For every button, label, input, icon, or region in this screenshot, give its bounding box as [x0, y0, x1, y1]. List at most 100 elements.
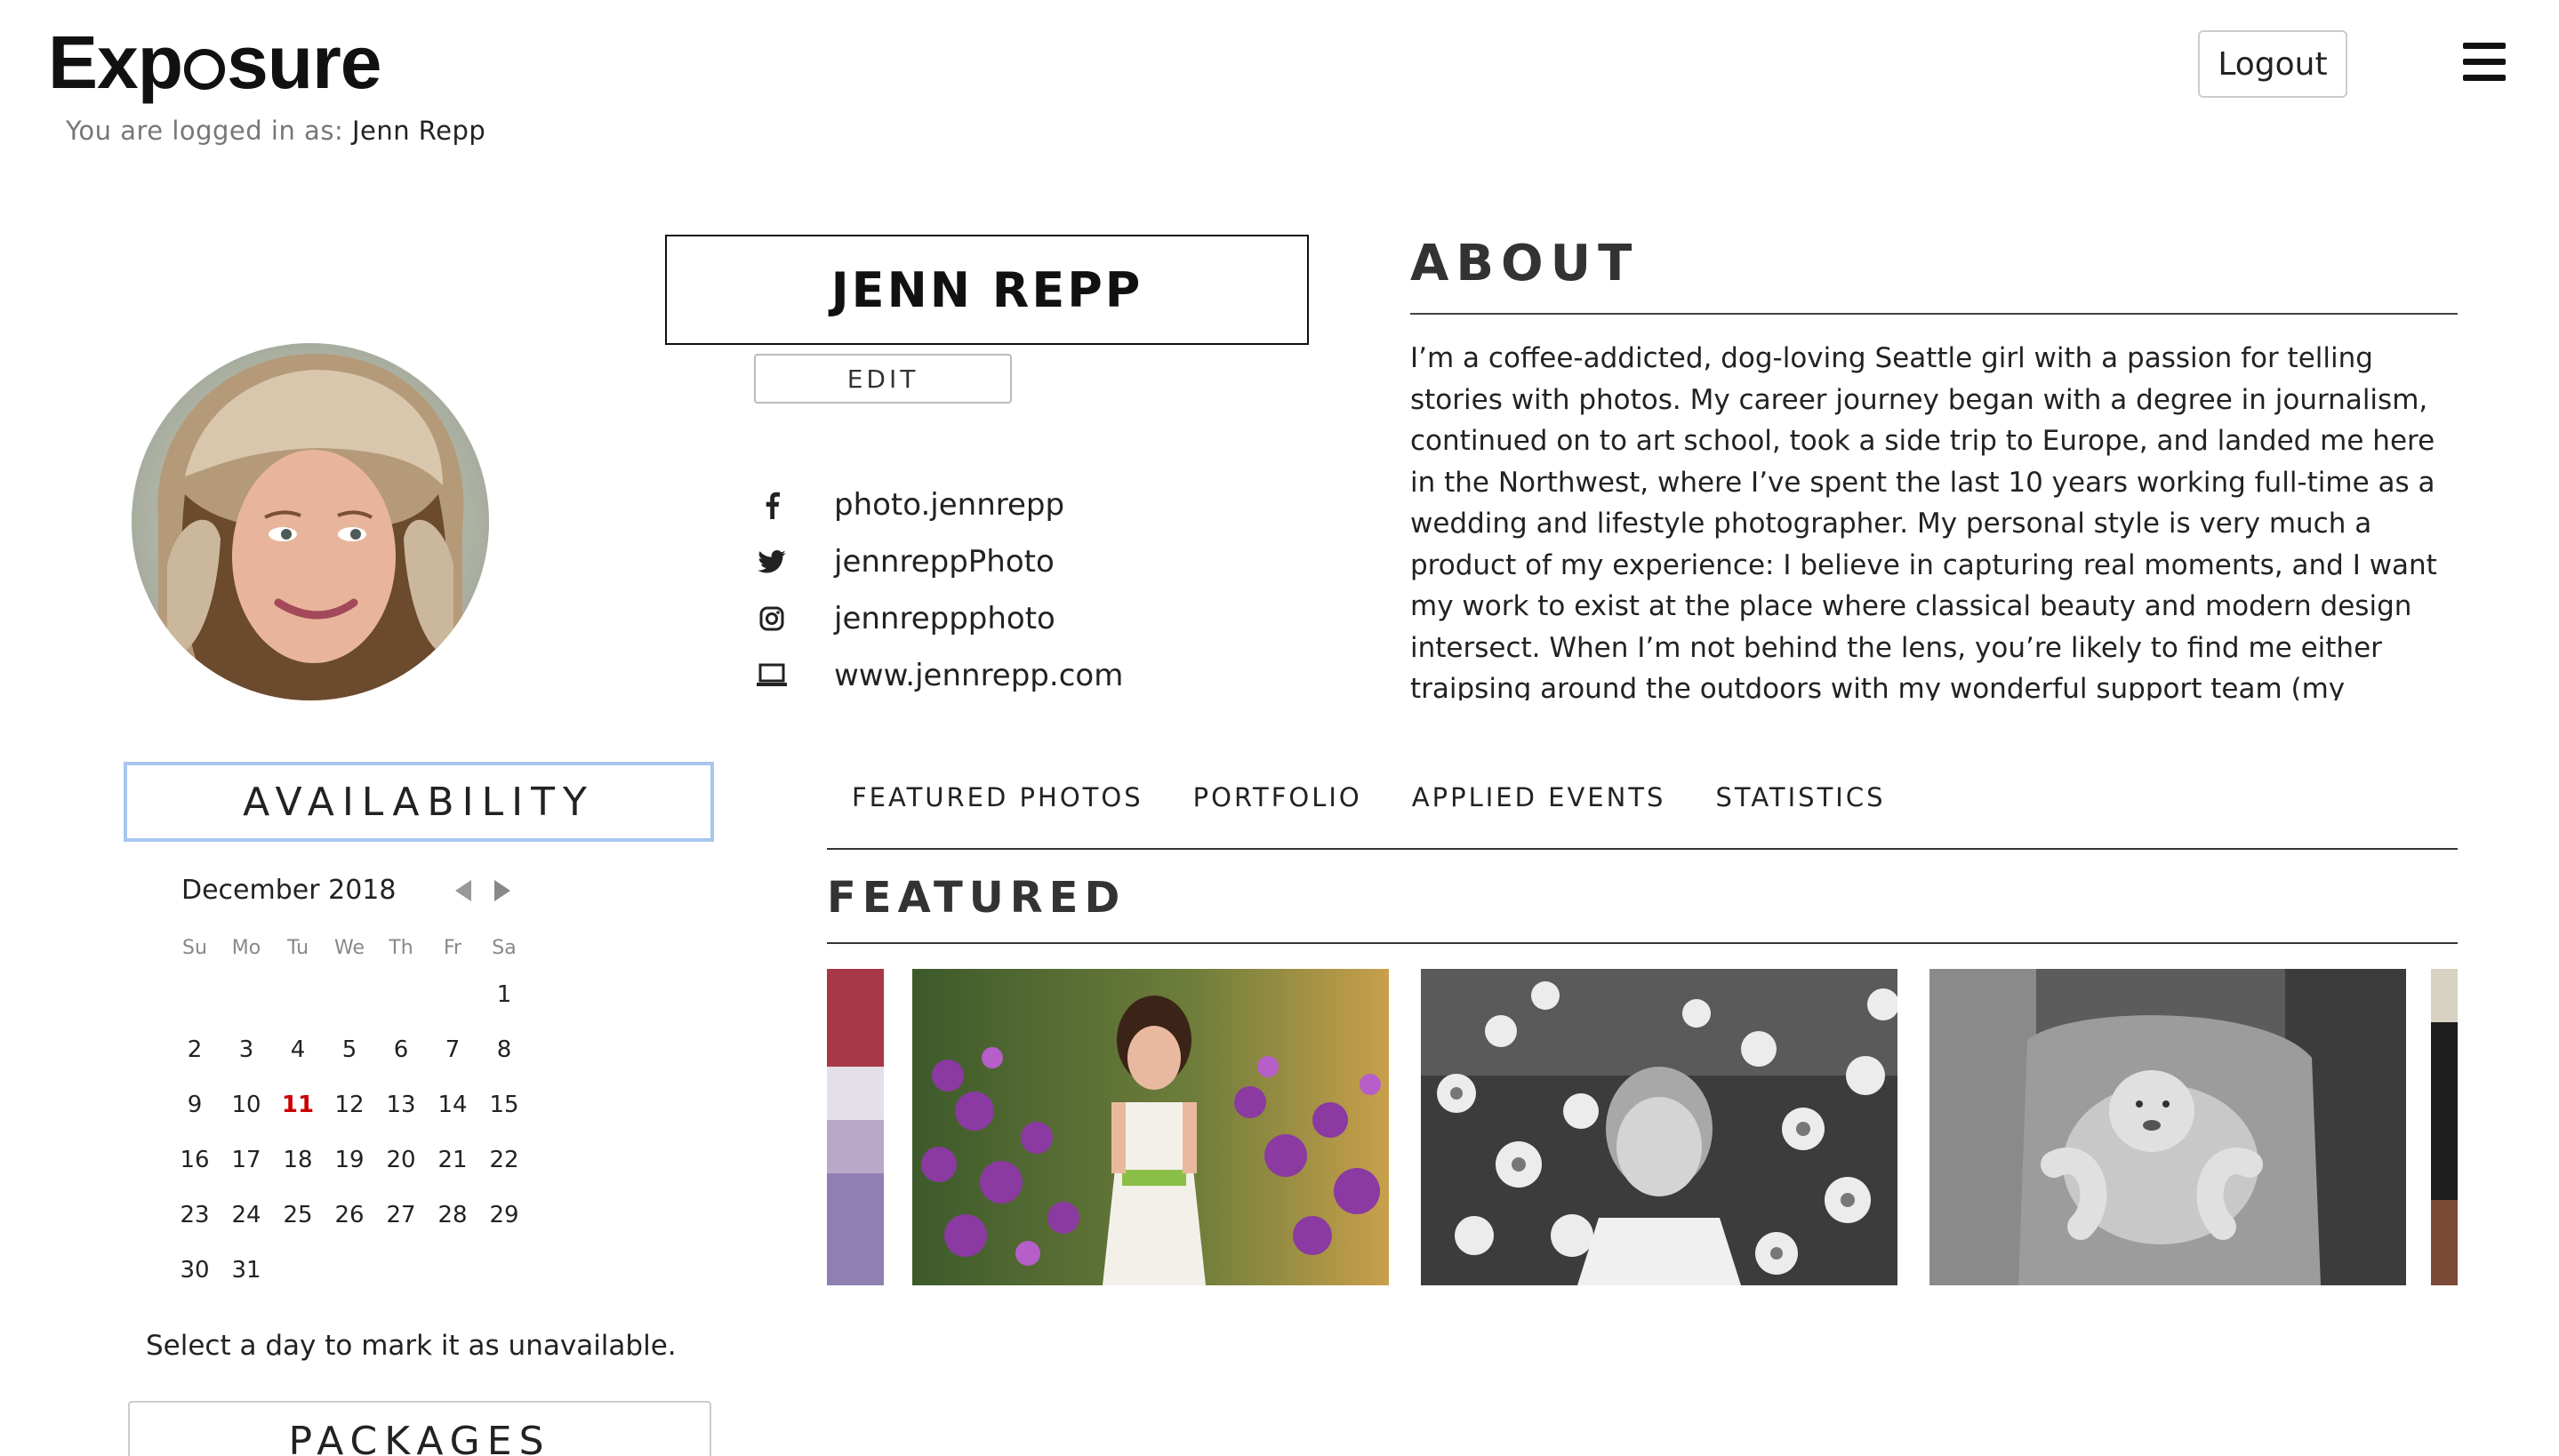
calendar-day[interactable]: 3 [221, 1022, 272, 1077]
calendar-day[interactable]: 9 [169, 1077, 221, 1132]
next-month-icon[interactable] [494, 880, 510, 901]
social-website[interactable]: www.jennrepp.com [754, 647, 1123, 704]
instagram-link[interactable]: jennreppphoto [834, 601, 1055, 636]
facebook-icon [754, 487, 790, 523]
packages-heading[interactable]: PACKAGES [128, 1401, 711, 1456]
calendar-day[interactable]: 28 [427, 1188, 478, 1243]
calendar-weekday: We [334, 936, 365, 959]
calendar-day[interactable]: 30 [169, 1243, 221, 1298]
calendar-day[interactable]: 2 [169, 1022, 221, 1077]
calendar-day[interactable]: 29 [478, 1188, 530, 1243]
logged-in-label: You are logged in as: [66, 116, 344, 146]
calendar: Su Mo Tu We Th Fr Sa 1 2 3 4 5 6 7 8 9 10 11 12 13 14 15 16 17… [169, 928, 530, 1298]
profile-tabs: FEATURED PHOTOS PORTFOLIO APPLIED EVENTS… [852, 782, 1886, 812]
about-heading: ABOUT [1410, 235, 1640, 292]
logged-in-user: Jenn Repp [351, 116, 486, 146]
calendar-day[interactable]: 12 [324, 1077, 375, 1132]
availability-heading[interactable]: AVAILABILITY [124, 763, 713, 841]
tabs-divider [827, 848, 2458, 850]
calendar-month: December 2018 [181, 875, 397, 906]
calendar-empty-cell [169, 967, 221, 1022]
calendar-day[interactable]: 10 [221, 1077, 272, 1132]
logout-button[interactable]: Logout [2198, 30, 2347, 98]
featured-heading: FEATURED [827, 873, 1127, 923]
calendar-week-row: 9 10 11 12 13 14 15 [169, 1077, 530, 1132]
calendar-day[interactable]: 21 [427, 1132, 478, 1188]
calendar-empty-cell [324, 1243, 375, 1298]
edit-profile-button[interactable]: EDIT [754, 354, 1012, 404]
calendar-day[interactable]: 26 [324, 1188, 375, 1243]
profile-name: JENN REPP [665, 235, 1309, 345]
social-facebook[interactable]: photo.jennrepp [754, 476, 1123, 533]
logged-in-status: You are logged in as: Jenn Repp [66, 116, 485, 146]
calendar-day[interactable]: 15 [478, 1077, 530, 1132]
calendar-day[interactable]: 24 [221, 1188, 272, 1243]
carousel-photo-girl-flowers[interactable] [912, 969, 1389, 1285]
about-text[interactable]: I’m a coffee-addicted, dog-loving Seattl… [1410, 338, 2459, 700]
calendar-week-row: 30 31 [169, 1243, 530, 1298]
calendar-weekday: Sa [492, 936, 517, 959]
facebook-link[interactable]: photo.jennrepp [834, 487, 1064, 523]
calendar-week-row: 2345678 [169, 1022, 530, 1077]
hamburger-icon[interactable] [2463, 43, 2506, 82]
calendar-day[interactable]: 7 [427, 1022, 478, 1077]
calendar-day[interactable]: 13 [375, 1077, 427, 1132]
carousel-photo-partial-right[interactable] [2431, 969, 2458, 1285]
calendar-day[interactable]: 27 [375, 1188, 427, 1243]
calendar-empty-cell [221, 967, 272, 1022]
calendar-week-row: 16 17 18 19 20 21 22 [169, 1132, 530, 1188]
calendar-day[interactable]: 11 [272, 1077, 324, 1132]
calendar-day[interactable]: 20 [375, 1132, 427, 1188]
social-twitter[interactable]: jennreppPhoto [754, 533, 1123, 590]
carousel-photo-baby-lap[interactable] [1929, 969, 2406, 1285]
social-links: photo.jennrepp jennreppPhoto jennrepppho… [754, 476, 1123, 704]
calendar-day[interactable]: 22 [478, 1132, 530, 1188]
carousel-photo-partial-left[interactable] [827, 969, 884, 1285]
about-divider [1410, 313, 2458, 315]
calendar-week-row: 23 24 25 26 27 28 29 [169, 1188, 530, 1243]
calendar-day[interactable]: 19 [324, 1132, 375, 1188]
website-link[interactable]: www.jennrepp.com [834, 658, 1123, 693]
instagram-icon [754, 601, 790, 636]
avatar [132, 343, 489, 700]
tab-portfolio[interactable]: PORTFOLIO [1193, 782, 1362, 812]
calendar-empty-cell [427, 967, 478, 1022]
calendar-empty-cell [375, 1243, 427, 1298]
calendar-empty-cell [272, 1243, 324, 1298]
calendar-weekday: Fr [443, 936, 462, 959]
tab-statistics[interactable]: STATISTICS [1715, 782, 1885, 812]
calendar-day[interactable]: 25 [272, 1188, 324, 1243]
calendar-week-row: 1 [169, 967, 530, 1022]
calendar-weekday: Tu [286, 936, 309, 959]
logo-o-ring [184, 49, 226, 90]
tab-featured-photos[interactable]: FEATURED PHOTOS [852, 782, 1143, 812]
calendar-day[interactable]: 17 [221, 1132, 272, 1188]
calendar-day[interactable]: 1 [478, 967, 530, 1022]
featured-divider [827, 942, 2458, 944]
calendar-day[interactable]: 8 [478, 1022, 530, 1077]
carousel-photo-girl-daisies[interactable] [1421, 969, 1897, 1285]
exposure-logo[interactable]: Exp sure [48, 20, 382, 106]
calendar-nav [455, 880, 510, 901]
calendar-weekday: Mo [231, 936, 261, 959]
twitter-link[interactable]: jennreppPhoto [834, 544, 1055, 580]
calendar-empty-cell [375, 967, 427, 1022]
calendar-day[interactable]: 4 [272, 1022, 324, 1077]
laptop-icon [754, 658, 790, 693]
calendar-weekday: Su [182, 936, 207, 959]
calendar-day[interactable]: 31 [221, 1243, 272, 1298]
calendar-day[interactable]: 23 [169, 1188, 221, 1243]
calendar-empty-cell [478, 1243, 530, 1298]
prev-month-icon[interactable] [455, 880, 471, 901]
tab-applied-events[interactable]: APPLIED EVENTS [1412, 782, 1666, 812]
calendar-weekday: Th [389, 936, 413, 959]
calendar-day[interactable]: 14 [427, 1077, 478, 1132]
twitter-icon [754, 544, 790, 580]
calendar-day[interactable]: 5 [324, 1022, 375, 1077]
featured-carousel[interactable] [827, 969, 2458, 1285]
calendar-day[interactable]: 16 [169, 1132, 221, 1188]
social-instagram[interactable]: jennreppphoto [754, 590, 1123, 647]
calendar-day[interactable]: 18 [272, 1132, 324, 1188]
calendar-day[interactable]: 6 [375, 1022, 427, 1077]
calendar-empty-cell [324, 967, 375, 1022]
